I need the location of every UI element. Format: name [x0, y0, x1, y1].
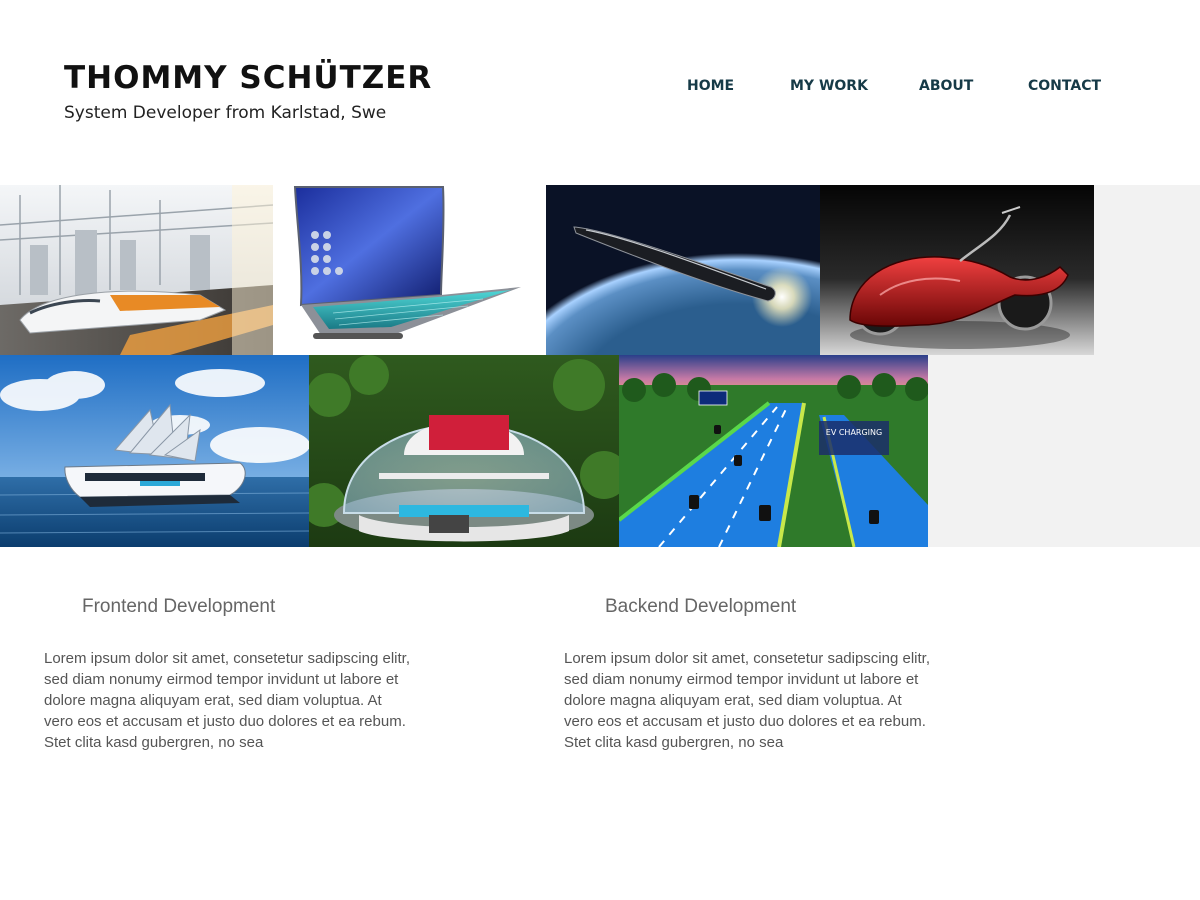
site-subtitle: System Developer from Karlstad, Swe	[64, 103, 387, 123]
solar-boat-image[interactable]	[0, 355, 309, 547]
backend-body-line: dolore magna aliquyam erat, sed diam vol…	[564, 692, 902, 709]
backend-body-line: sed diam nonumy eirmod tempor invidunt u…	[564, 671, 919, 688]
rocket-over-earth-image[interactable]	[546, 185, 820, 355]
nav-home-link[interactable]: HOME	[687, 78, 734, 94]
dome-house-image[interactable]	[309, 355, 619, 547]
red-motorcycle-image[interactable]	[820, 185, 1094, 355]
frontend-body: Lorem ipsum dolor sit amet, consetetur s…	[44, 648, 444, 753]
ev-charging-highway-image[interactable]: EV CHARGING	[619, 355, 928, 547]
frontend-body-line: dolore magna aliquyam erat, sed diam vol…	[44, 692, 382, 709]
backend-body-line: vero eos et accusam et justo duo dolores…	[564, 713, 926, 730]
flexible-laptop-image[interactable]	[273, 185, 546, 355]
backend-body-line: Stet clita kasd gubergren, no sea	[564, 734, 784, 751]
backend-body-line: Lorem ipsum dolor sit amet, consetetur s…	[564, 650, 930, 667]
nav-contact-link[interactable]: CONTACT	[1028, 78, 1101, 94]
backend-body: Lorem ipsum dolor sit amet, consetetur s…	[564, 648, 964, 753]
high-speed-train-image[interactable]	[0, 185, 273, 355]
site-title: THOMMY SCHÜTZER	[64, 60, 433, 96]
frontend-body-line: vero eos et accusam et justo duo dolores…	[44, 713, 406, 730]
ev-charging-sign: EV CHARGING	[826, 428, 882, 437]
frontend-title: Frontend Development	[82, 596, 276, 617]
nav-about-link[interactable]: ABOUT	[919, 78, 973, 94]
frontend-body-line: Lorem ipsum dolor sit amet, consetetur s…	[44, 650, 410, 667]
backend-title: Backend Development	[605, 596, 797, 617]
image-gallery: EV CHARGING	[0, 185, 1200, 547]
frontend-body-line: Stet clita kasd gubergren, no sea	[44, 734, 264, 751]
nav-my-work-link[interactable]: MY WORK	[790, 78, 868, 94]
frontend-body-line: sed diam nonumy eirmod tempor invidunt u…	[44, 671, 399, 688]
